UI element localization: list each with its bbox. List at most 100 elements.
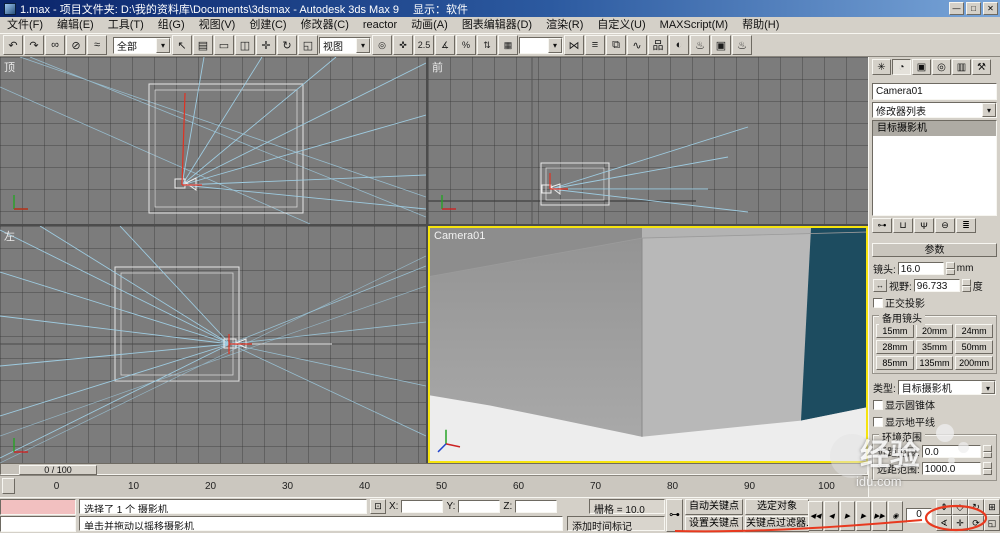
menu-item[interactable]: 编辑(E) [50, 17, 101, 33]
lens-preset-button[interactable]: 15mm [876, 324, 914, 338]
lens-value-field[interactable]: 16.0 [898, 262, 944, 275]
mirror-icon[interactable]: ⋈ [564, 35, 584, 55]
bind-to-spacewarp-icon[interactable]: ≈ [87, 35, 107, 55]
reference-coordinate-dropdown[interactable]: 视图 [319, 37, 371, 54]
near-range-field[interactable]: 0.0 [922, 445, 981, 458]
menu-item[interactable]: 图表编辑器(D) [455, 17, 539, 33]
roll-camera-button[interactable]: ↻ [968, 499, 984, 515]
go-to-start-button[interactable]: ◀◀ [808, 501, 823, 531]
show-cone-checkbox[interactable] [873, 400, 883, 410]
menu-item[interactable]: 自定义(U) [590, 17, 652, 33]
mini-curve-editor-button[interactable] [2, 478, 15, 494]
auto-key-button[interactable]: 自动关键点 [685, 499, 743, 515]
lens-preset-button[interactable]: 20mm [916, 324, 954, 338]
selected-filter-dropdown[interactable]: 选定对象 [745, 499, 809, 515]
key-mode-toggle-button[interactable]: ◉ [888, 501, 903, 531]
perspective-button[interactable]: ◇ [952, 499, 968, 515]
make-unique-icon[interactable]: Ψ [914, 218, 934, 233]
named-selection-sets-dropdown[interactable] [519, 37, 563, 54]
render-type-icon[interactable]: ▣ [711, 35, 731, 55]
viewport-camera[interactable]: Camera01 [428, 226, 868, 463]
set-key-button[interactable]: 设置关键点 [685, 516, 743, 532]
maxscript-mini-listener-white[interactable] [0, 516, 76, 532]
named-selection-sets-icon[interactable]: ▦ [498, 35, 518, 55]
zoom-extents-all-button[interactable]: ⊞ [984, 499, 1000, 515]
close-button[interactable]: ✕ [983, 2, 998, 15]
menu-item[interactable]: 工具(T) [101, 17, 151, 33]
selection-filter-dropdown[interactable]: 全部 [113, 37, 171, 54]
select-object-icon[interactable]: ↖ [172, 35, 192, 55]
show-horizon-checkbox[interactable] [873, 417, 883, 427]
current-frame-field[interactable]: 0 [906, 508, 932, 523]
tab-hierarchy[interactable]: ▣ [912, 59, 931, 75]
field-of-view-button[interactable]: ∢ [936, 515, 952, 531]
spinner-icon[interactable] [946, 262, 955, 275]
menu-item[interactable]: 视图(V) [192, 17, 243, 33]
select-and-scale-icon[interactable]: ◱ [298, 35, 318, 55]
spinner-icon[interactable] [962, 279, 971, 292]
minimize-button[interactable]: — [949, 2, 964, 15]
tab-create[interactable]: ✳ [872, 59, 891, 75]
fov-value-field[interactable]: 96.733 [914, 279, 960, 292]
viewport-label[interactable]: 前 [432, 59, 443, 75]
menu-item[interactable]: MAXScript(M) [653, 17, 735, 33]
menu-item[interactable]: 修改器(C) [294, 17, 356, 33]
percent-snap-icon[interactable]: % [456, 35, 476, 55]
orbit-camera-button[interactable]: ⟳ [968, 515, 984, 531]
material-editor-icon[interactable]: ◐ [669, 35, 689, 55]
maxscript-mini-listener-pink[interactable] [0, 499, 76, 515]
schematic-view-icon[interactable]: 品 [648, 35, 668, 55]
menu-item[interactable]: 动画(A) [404, 17, 455, 33]
tab-modify[interactable]: ◔ [892, 59, 911, 75]
angle-snap-icon[interactable]: ∡ [435, 35, 455, 55]
select-and-move-icon[interactable]: ✛ [256, 35, 276, 55]
lens-preset-button[interactable]: 50mm [955, 340, 993, 354]
tab-motion[interactable]: ◎ [932, 59, 951, 75]
menu-item[interactable]: reactor [356, 17, 404, 33]
lens-preset-button[interactable]: 24mm [955, 324, 993, 338]
menu-item[interactable]: 组(G) [151, 17, 192, 33]
tab-display[interactable]: ▥ [952, 59, 971, 75]
z-coordinate-field[interactable] [515, 500, 557, 513]
remove-modifier-icon[interactable]: ⊖ [935, 218, 955, 233]
lens-preset-button[interactable]: 28mm [876, 340, 914, 354]
maximize-button[interactable]: □ [966, 2, 981, 15]
menu-item[interactable]: 帮助(H) [735, 17, 786, 33]
key-filters-button[interactable]: 关键点过滤器... [745, 516, 809, 532]
object-name-field[interactable]: Camera01 [872, 83, 997, 100]
lens-preset-button[interactable]: 200mm [955, 356, 993, 370]
snap-toggle-25-icon[interactable]: 2.5 [414, 35, 434, 55]
redo-icon[interactable]: ↷ [24, 35, 44, 55]
go-to-end-button[interactable]: ▶▶ [872, 501, 887, 531]
pin-stack-icon[interactable]: ⊶ [872, 218, 892, 233]
quick-render-icon[interactable]: ♨ [732, 35, 752, 55]
stack-item[interactable]: 目标摄影机 [873, 121, 996, 136]
far-range-field[interactable]: 1000.0 [922, 462, 981, 475]
spinner-snap-icon[interactable]: ⇅ [477, 35, 497, 55]
select-by-name-icon[interactable]: ▤ [193, 35, 213, 55]
orthographic-checkbox[interactable] [873, 298, 883, 308]
lock-selection-button[interactable]: ⊡ [370, 499, 386, 514]
previous-frame-button[interactable]: ◀ [824, 501, 839, 531]
viewport-label[interactable]: 顶 [4, 59, 15, 75]
truck-camera-button[interactable]: ✛ [952, 515, 968, 531]
play-button[interactable]: ▶ [840, 501, 855, 531]
set-keys-button[interactable]: ⊶ [666, 499, 683, 532]
fov-direction-button[interactable]: ↔ [873, 279, 887, 292]
parameters-rollout-header[interactable]: 参数 [872, 243, 997, 257]
align-icon[interactable]: ≡ [585, 35, 605, 55]
spinner-icon[interactable] [983, 462, 992, 475]
tab-utilities[interactable]: ⚒ [972, 59, 991, 75]
lens-preset-button[interactable]: 85mm [876, 356, 914, 370]
select-and-manipulate-icon[interactable]: ✜ [393, 35, 413, 55]
dolly-camera-button[interactable]: ⇕ [936, 499, 952, 515]
show-end-result-icon[interactable]: ⊔ [893, 218, 913, 233]
x-coordinate-field[interactable] [401, 500, 443, 513]
title-bar[interactable]: 1.max - 项目文件夹: D:\我的资料库\Documents\3dsmax… [0, 0, 1000, 17]
lens-preset-button[interactable]: 35mm [916, 340, 954, 354]
viewport-label[interactable]: Camera01 [434, 230, 485, 242]
window-crossing-icon[interactable]: ◫ [235, 35, 255, 55]
add-time-tag-field[interactable]: 添加时间标记 [567, 516, 665, 531]
modifier-list-dropdown[interactable]: 修改器列表 [872, 102, 997, 118]
y-coordinate-field[interactable] [458, 500, 500, 513]
